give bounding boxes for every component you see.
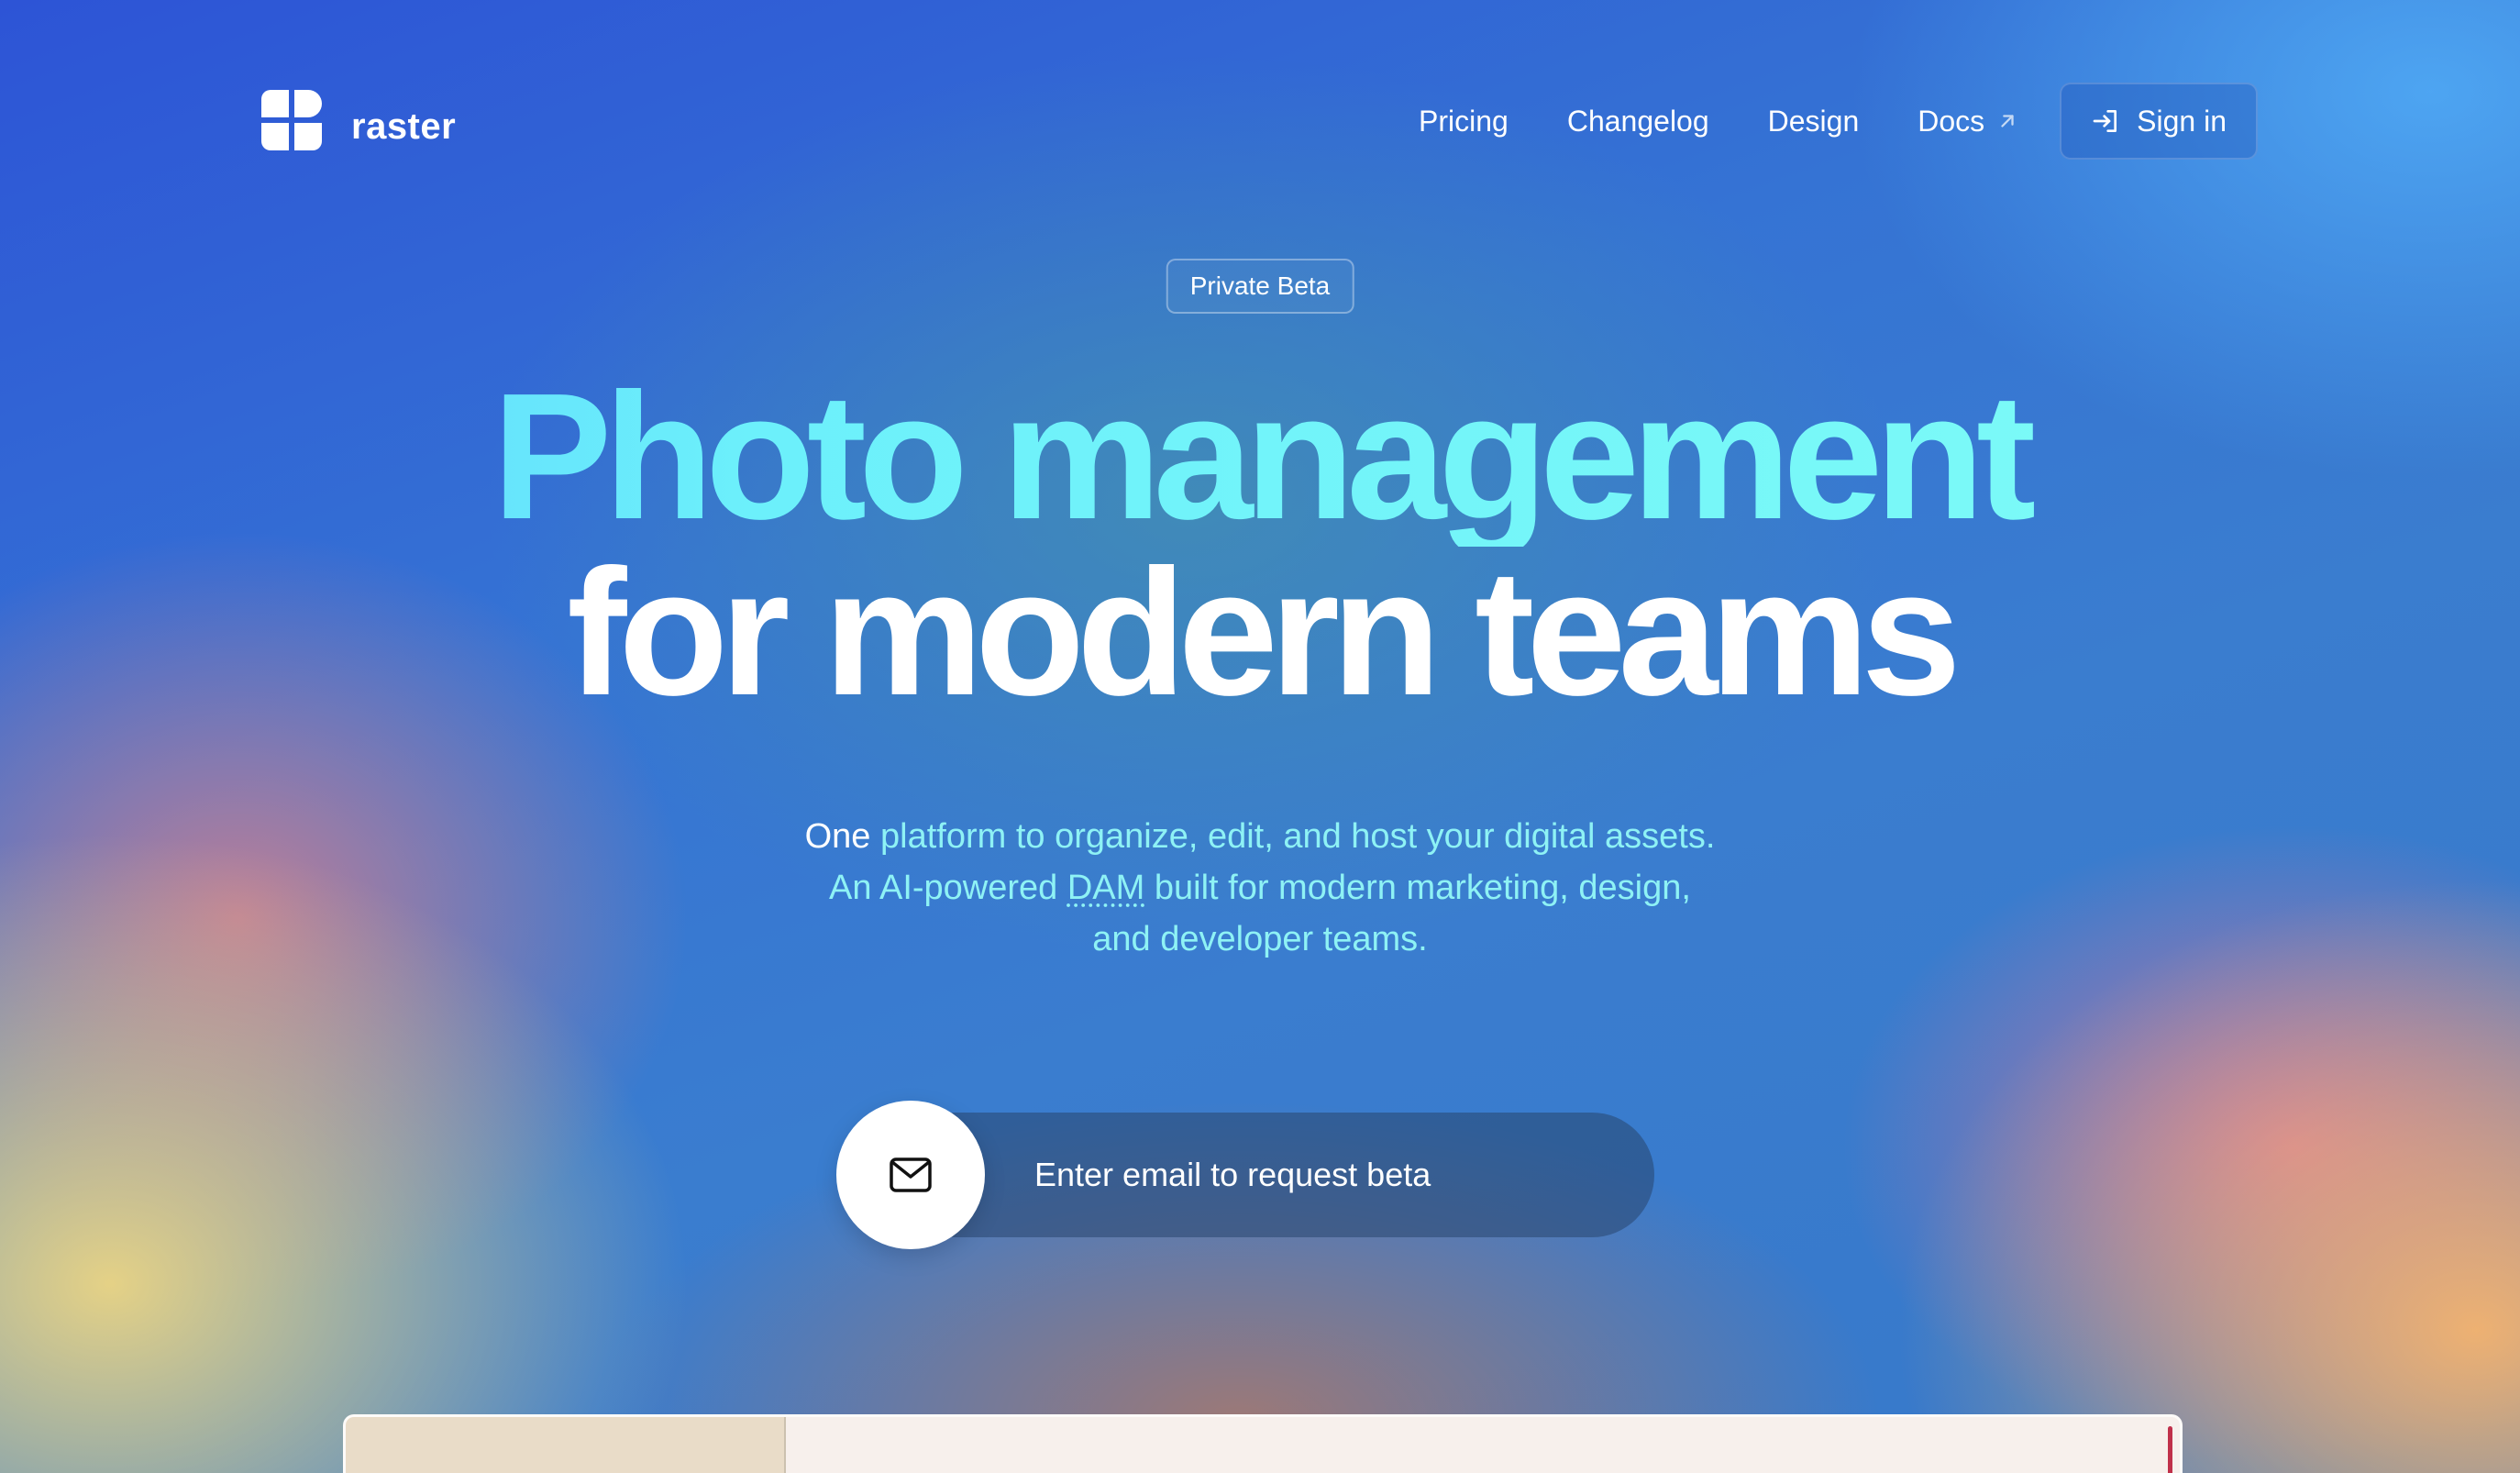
nav-link-pricing[interactable]: Pricing	[1419, 105, 1509, 138]
headline-line-2: for modern teams	[567, 532, 1961, 733]
sign-in-icon	[2093, 110, 2117, 132]
subtitle-part-3: built for modern marketing, design, and …	[1092, 869, 1691, 958]
hero-subtitle: One platform to organize, edit, and host…	[801, 811, 1719, 965]
main-nav: Pricing Changelog Design Docs Sign in	[1419, 83, 2258, 160]
email-field-container	[873, 1113, 1654, 1237]
subtitle-part-1: One	[804, 817, 871, 856]
sign-in-button[interactable]: Sign in	[2060, 83, 2258, 160]
private-beta-badge: Private Beta	[1166, 259, 1354, 314]
hero-headline: Photo management for modern teams	[0, 367, 2520, 723]
subtitle-dam-term[interactable]: DAM	[1067, 869, 1144, 907]
sign-in-label: Sign in	[2137, 104, 2227, 138]
app-preview-scrollbar	[2168, 1426, 2172, 1473]
email-input[interactable]	[1033, 1155, 1586, 1195]
request-beta-button[interactable]	[836, 1101, 985, 1249]
beta-signup-form	[836, 1101, 1654, 1249]
app-preview-sidebar	[346, 1417, 786, 1473]
headline-line-1: Photo management	[0, 367, 2520, 547]
external-link-arrow-icon	[2001, 115, 2014, 127]
nav-link-changelog[interactable]: Changelog	[1567, 105, 1709, 138]
nav-link-docs[interactable]: Docs	[1918, 105, 2017, 138]
nav-link-docs-label: Docs	[1918, 104, 1985, 138]
mail-icon	[890, 1157, 932, 1192]
raster-logo-icon	[261, 90, 322, 150]
landing-page: raster Pricing Changelog Design Docs Sig…	[0, 0, 2520, 1473]
app-preview-window	[343, 1414, 2183, 1473]
nav-link-design[interactable]: Design	[1768, 105, 1860, 138]
brand-logo[interactable]: raster	[261, 90, 456, 150]
brand-name: raster	[351, 105, 457, 147]
